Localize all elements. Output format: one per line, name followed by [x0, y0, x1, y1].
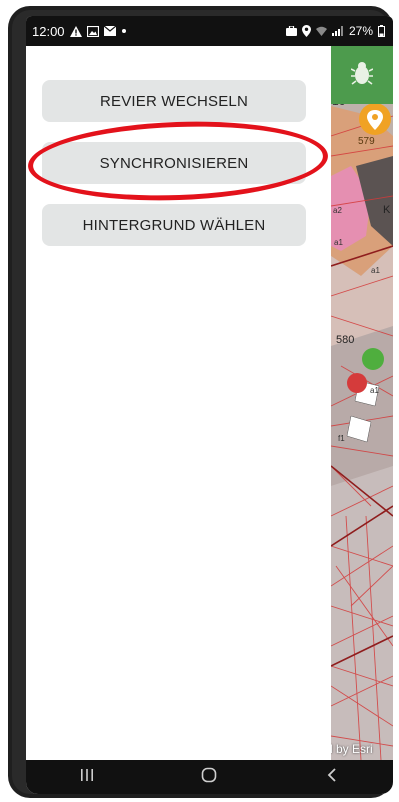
map-label: a1: [334, 238, 343, 247]
signal-icon: [331, 26, 344, 36]
mail-icon: [103, 26, 116, 36]
map-label: a2: [333, 206, 342, 215]
back-icon: [327, 767, 337, 787]
battery-percent: 27%: [348, 24, 373, 38]
navigation-bar: [26, 760, 393, 794]
wifi-icon: [315, 26, 327, 36]
warning-icon: [69, 25, 82, 37]
map-label: 579: [358, 136, 375, 147]
phone-screen: 12:00 27% 579 a2 K a1 a1 580 a1 f1 d by …: [26, 16, 393, 794]
battery-icon: [378, 25, 385, 37]
location-icon: [301, 25, 311, 37]
briefcase-icon: [285, 26, 297, 36]
home-button[interactable]: [179, 760, 239, 794]
map-label: f1: [338, 434, 345, 443]
status-time: 12:00: [32, 23, 65, 39]
map-view[interactable]: [331, 46, 393, 760]
map-toolbar[interactable]: [331, 46, 393, 104]
back-button[interactable]: [302, 760, 362, 794]
map-label: a1: [370, 386, 379, 395]
synchronize-button[interactable]: SYNCHRONISIEREN: [42, 142, 306, 184]
map-label: a1: [371, 266, 380, 275]
map-label: K: [383, 204, 391, 216]
home-icon: [201, 767, 217, 788]
dot-icon: [121, 28, 127, 34]
navigation-drawer: REVIER WECHSELN SYNCHRONISIEREN HINTERGR…: [26, 46, 331, 760]
gallery-icon: [86, 25, 99, 37]
map-label: 580: [336, 334, 355, 346]
recent-apps-button[interactable]: [57, 760, 117, 794]
map-attribution: d by Esri: [326, 742, 373, 756]
recent-apps-icon: [80, 768, 94, 787]
bug-icon[interactable]: [350, 61, 374, 90]
change-district-button[interactable]: REVIER WECHSELN: [42, 80, 306, 122]
status-bar: 12:00 27%: [26, 16, 393, 46]
choose-background-button[interactable]: HINTERGRUND WÄHLEN: [42, 204, 306, 246]
